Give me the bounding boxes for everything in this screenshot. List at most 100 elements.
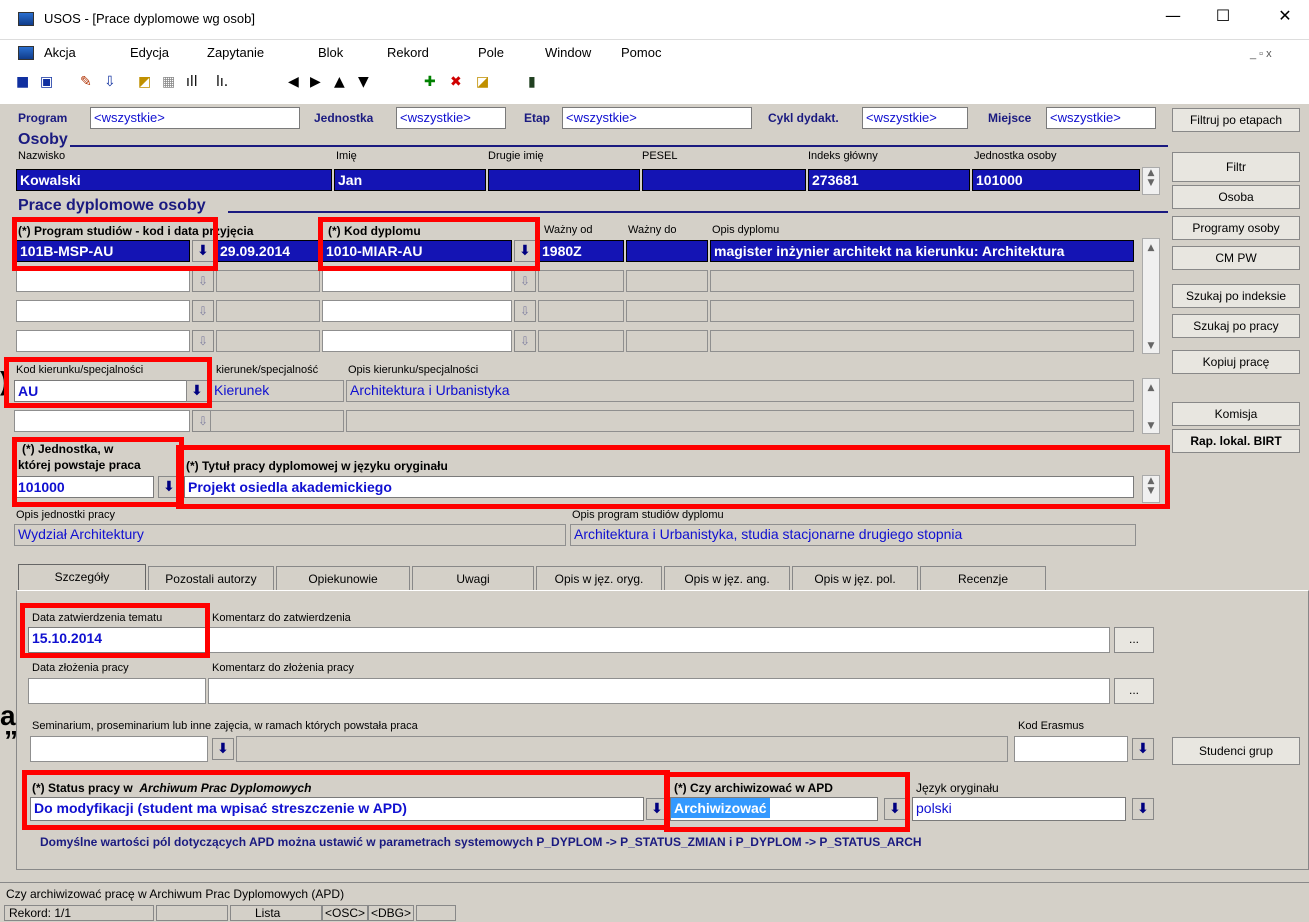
komentarz-zloz-field[interactable] bbox=[208, 678, 1110, 704]
kierunek-lov-icon[interactable]: ⬇ bbox=[186, 380, 208, 402]
szukaj-po-indeksie-button[interactable]: Szukaj po indeksie bbox=[1172, 284, 1300, 308]
menu-edycja[interactable]: Edycja bbox=[130, 45, 169, 60]
jednostka-osoby-field[interactable]: 101000 bbox=[972, 169, 1140, 191]
program-row4[interactable] bbox=[16, 330, 190, 352]
kod-kierunku-row2[interactable] bbox=[14, 410, 190, 432]
program-row2[interactable] bbox=[16, 270, 190, 292]
imie-field[interactable]: Jan bbox=[334, 169, 486, 191]
menu-rekord[interactable]: Rekord bbox=[387, 45, 429, 60]
filtruj-po-etapach-button[interactable]: Filtruj po etapach bbox=[1172, 108, 1300, 132]
scroll-down-icon[interactable]: ▼ bbox=[1143, 341, 1159, 351]
query-icon[interactable]: ◩ bbox=[138, 74, 151, 90]
scroll-down-icon[interactable]: ▼ bbox=[1143, 421, 1159, 431]
chart-icon[interactable]: ıll bbox=[186, 74, 198, 90]
seminarium-field[interactable] bbox=[30, 736, 208, 762]
clear-icon[interactable]: ◪ bbox=[476, 74, 489, 90]
tab-opiekunowie[interactable]: Opiekunowie bbox=[276, 566, 410, 592]
lov-icon[interactable]: ⇩ bbox=[514, 330, 536, 352]
kopiuj-prace-button[interactable]: Kopiuj pracę bbox=[1172, 350, 1300, 374]
jezyk-field[interactable]: polski bbox=[912, 797, 1126, 821]
menu-blok[interactable]: Blok bbox=[318, 45, 343, 60]
data-zatwierdzenia-field[interactable]: 15.10.2014 bbox=[28, 627, 206, 653]
data-zlozenia-field[interactable] bbox=[28, 678, 206, 704]
menu-zapytanie[interactable]: Zapytanie bbox=[207, 45, 264, 60]
chart2-icon[interactable]: lı. bbox=[216, 74, 228, 90]
komentarz-zloz-dots-button[interactable]: ... bbox=[1114, 678, 1154, 704]
kierunek-scrollbar[interactable]: ▲ ▼ bbox=[1142, 378, 1160, 434]
archiwizowac-lov-icon[interactable]: ⬇ bbox=[884, 798, 906, 820]
scroll-up-icon[interactable]: ▲ bbox=[1143, 383, 1159, 393]
filter-jednostka-field[interactable]: <wszystkie> bbox=[396, 107, 506, 129]
filter-cykl-field[interactable]: <wszystkie> bbox=[862, 107, 968, 129]
programy-osoby-button[interactable]: Programy osoby bbox=[1172, 216, 1300, 240]
program-studiow-field[interactable]: 101B-MSP-AU bbox=[16, 240, 190, 262]
down-arrow-icon[interactable]: ▼ bbox=[358, 74, 369, 90]
lov-icon[interactable]: ⇩ bbox=[514, 270, 536, 292]
seminarium-lov-icon[interactable]: ⬇ bbox=[212, 738, 234, 760]
kod-row4[interactable] bbox=[322, 330, 512, 352]
menu-pomoc[interactable]: Pomoc bbox=[621, 45, 661, 60]
kod-row2[interactable] bbox=[322, 270, 512, 292]
scroll-down-icon[interactable]: ▼ bbox=[1143, 486, 1159, 496]
maximize-icon[interactable]: ☐ bbox=[1200, 6, 1246, 25]
osoba-button[interactable]: Osoba bbox=[1172, 185, 1300, 209]
next-icon[interactable]: ▶ bbox=[310, 74, 321, 90]
exit-icon[interactable]: ▮ bbox=[528, 74, 536, 90]
up-icon[interactable]: ▲ bbox=[334, 74, 345, 90]
osoby-scrollbar[interactable]: ▲ ▼ bbox=[1142, 167, 1160, 195]
komentarz-zatw-dots-button[interactable]: ... bbox=[1114, 627, 1154, 653]
jednostka-lov-icon[interactable]: ⬇ bbox=[158, 476, 180, 498]
tytul-scrollbar[interactable]: ▲ ▼ bbox=[1142, 475, 1160, 503]
lov-icon[interactable]: ⇩ bbox=[514, 300, 536, 322]
data-przyjecia-field[interactable]: 29.09.2014 bbox=[216, 240, 320, 262]
tytul-field[interactable]: Projekt osiedla akademickiego bbox=[184, 476, 1134, 498]
erasmus-lov-icon[interactable]: ⬇ bbox=[1132, 738, 1154, 760]
grid-icon[interactable]: ▦ bbox=[162, 74, 175, 90]
program-lov-icon[interactable]: ⬇ bbox=[192, 240, 214, 262]
tab-recenzje[interactable]: Recenzje bbox=[920, 566, 1046, 592]
menu-pole[interactable]: Pole bbox=[478, 45, 504, 60]
wazny-od-field[interactable]: 1980Z bbox=[538, 240, 624, 262]
scroll-up-icon[interactable]: ▲ bbox=[1143, 243, 1159, 253]
kod-dyplomu-field[interactable]: 1010-MIAR-AU bbox=[322, 240, 512, 262]
drugie-imie-field[interactable] bbox=[488, 169, 640, 191]
kod-kierunku-field[interactable]: AU bbox=[14, 380, 190, 402]
close-icon[interactable]: ✕ bbox=[1262, 6, 1308, 25]
status-pracy-field[interactable]: Do modyfikacji (student ma wpisać stresz… bbox=[30, 797, 644, 821]
cm-pw-button[interactable]: CM PW bbox=[1172, 246, 1300, 270]
insert-icon[interactable]: ✚ bbox=[424, 74, 436, 90]
studenci-grup-button[interactable]: Studenci grup bbox=[1172, 737, 1300, 765]
pesel-field[interactable] bbox=[642, 169, 806, 191]
tab-opis-pol[interactable]: Opis w jęz. pol. bbox=[792, 566, 918, 592]
program-row3[interactable] bbox=[16, 300, 190, 322]
tab-uwagi[interactable]: Uwagi bbox=[412, 566, 534, 592]
jezyk-lov-icon[interactable]: ⬇ bbox=[1132, 798, 1154, 820]
filter-etap-field[interactable]: <wszystkie> bbox=[562, 107, 752, 129]
lov-icon[interactable]: ⇩ bbox=[192, 270, 214, 292]
komisja-button[interactable]: Komisja bbox=[1172, 402, 1300, 426]
szukaj-po-pracy-button[interactable]: Szukaj po pracy bbox=[1172, 314, 1300, 338]
down-icon[interactable]: ⇩ bbox=[104, 74, 116, 90]
tab-opis-ang[interactable]: Opis w jęz. ang. bbox=[664, 566, 790, 592]
print-icon[interactable]: ▣ bbox=[40, 74, 53, 90]
jednostka-pracy-field[interactable]: 101000 bbox=[14, 476, 154, 498]
tab-szczegoly[interactable]: Szczegóły bbox=[18, 564, 146, 590]
indeks-field[interactable]: 273681 bbox=[808, 169, 970, 191]
tab-opis-oryg[interactable]: Opis w jęz. oryg. bbox=[536, 566, 662, 592]
wazny-do-field[interactable] bbox=[626, 240, 708, 262]
save-icon[interactable]: ■ bbox=[16, 74, 29, 90]
filter-miejsce-field[interactable]: <wszystkie> bbox=[1046, 107, 1156, 129]
rap-lokal-birt-button[interactable]: Rap. lokal. BIRT bbox=[1172, 429, 1300, 453]
nazwisko-field[interactable]: Kowalski bbox=[16, 169, 332, 191]
mdi-controls[interactable]: _ ▫ x bbox=[1250, 48, 1272, 60]
kod-row3[interactable] bbox=[322, 300, 512, 322]
lov-icon[interactable]: ⇩ bbox=[192, 330, 214, 352]
filter-program-field[interactable]: <wszystkie> bbox=[90, 107, 300, 129]
archiwizowac-field[interactable]: Archiwizować bbox=[671, 798, 770, 818]
prev-icon[interactable]: ◀ bbox=[288, 74, 299, 90]
archiwizowac-field-box[interactable]: Archiwizować bbox=[670, 797, 878, 821]
prace-scrollbar[interactable]: ▲ ▼ bbox=[1142, 238, 1160, 354]
scroll-up-icon[interactable]: ▲ bbox=[1143, 168, 1159, 178]
filtr-button[interactable]: Filtr bbox=[1172, 152, 1300, 182]
kod-lov-icon[interactable]: ⬇ bbox=[514, 240, 536, 262]
